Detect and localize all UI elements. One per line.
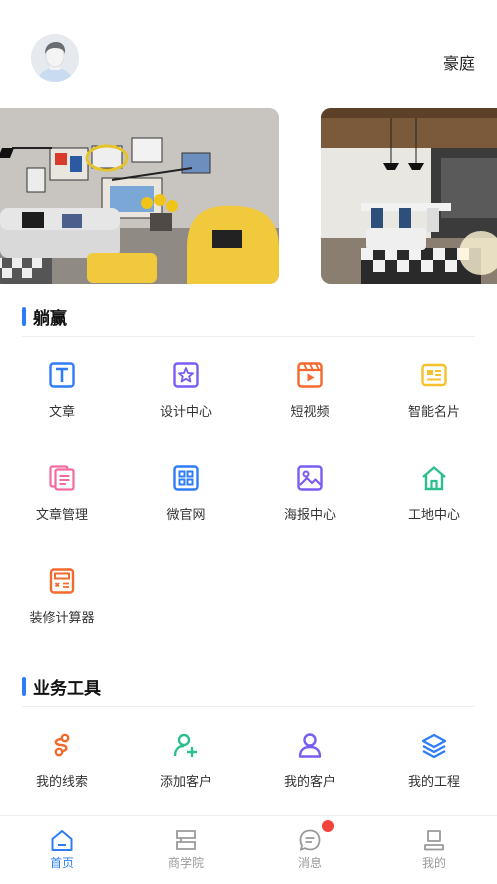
grid-item-label: 微官网 bbox=[166, 508, 206, 523]
grid-item-label: 添加客户 bbox=[159, 775, 212, 790]
star-icon bbox=[173, 362, 199, 388]
grid-item-design-center[interactable]: 设计中心 bbox=[124, 362, 248, 442]
school-icon bbox=[176, 830, 196, 850]
user-name: 豪庭 bbox=[442, 54, 475, 73]
section-title-tangying: 躺赢 bbox=[22, 305, 67, 329]
grid-icon bbox=[173, 465, 199, 491]
grid-item-my-customers[interactable]: 我的客户 bbox=[248, 732, 372, 812]
card-icon bbox=[421, 363, 447, 387]
message-icon bbox=[299, 829, 321, 851]
tab-home[interactable]: 首页 bbox=[0, 816, 124, 884]
tab-profile[interactable]: 我的 bbox=[372, 816, 496, 884]
grid-item-label: 智能名片 bbox=[407, 405, 460, 420]
user-avatar-icon bbox=[31, 34, 79, 82]
grid-item-label: 短视频 bbox=[290, 405, 330, 420]
grid-item-label: 我的线索 bbox=[35, 775, 88, 790]
tab-business-school[interactable]: 商学院 bbox=[124, 816, 248, 884]
image-icon bbox=[297, 465, 323, 491]
grid-item-label: 海报中心 bbox=[283, 508, 336, 523]
grid-item-label: 工地中心 bbox=[407, 508, 460, 523]
grid-item-my-clues[interactable]: 我的线索 bbox=[0, 732, 124, 812]
customer-icon bbox=[298, 733, 322, 758]
add-user-icon bbox=[173, 733, 197, 757]
grid-item-label: 设计中心 bbox=[159, 405, 212, 420]
grid-item-label: 文章 bbox=[48, 405, 75, 420]
section-title-business-tools: 业务工具 bbox=[22, 675, 101, 699]
grid-item-label: 我的客户 bbox=[283, 775, 336, 790]
grid-item-label: 文章管理 bbox=[35, 508, 88, 523]
text-icon bbox=[49, 362, 75, 388]
bottom-tab-bar: 首页 商学院 消息 我的 bbox=[0, 815, 497, 884]
grid-item-my-projects[interactable]: 我的工程 bbox=[372, 732, 496, 812]
layers-icon bbox=[421, 733, 447, 758]
banner-living-room[interactable] bbox=[0, 108, 279, 284]
section-accent-bar bbox=[22, 306, 26, 326]
tab-label: 消息 bbox=[297, 856, 322, 870]
grid-item-short-video[interactable]: 短视频 bbox=[248, 362, 372, 442]
grid-item-poster-center[interactable]: 海报中心 bbox=[248, 465, 372, 545]
banner-dining-room[interactable] bbox=[321, 108, 497, 284]
documents-icon bbox=[49, 465, 75, 491]
section-divider bbox=[22, 706, 475, 707]
header: 豪庭 bbox=[0, 0, 497, 105]
grid-item-site-center[interactable]: 工地中心 bbox=[372, 465, 496, 545]
grid-item-label: 我的工程 bbox=[407, 775, 460, 790]
home-tab-icon bbox=[51, 830, 73, 851]
grid-item-micro-site[interactable]: 微官网 bbox=[124, 465, 248, 545]
profile-icon bbox=[424, 830, 444, 851]
calculator-icon bbox=[49, 568, 75, 594]
living-room-photo bbox=[0, 108, 279, 284]
grid-item-article-management[interactable]: 文章管理 bbox=[0, 465, 124, 545]
tab-messages[interactable]: 消息 bbox=[248, 816, 372, 884]
message-notification-badge bbox=[322, 820, 334, 832]
grid-item-add-customer[interactable]: 添加客户 bbox=[124, 732, 248, 812]
grid-item-label: 装修计算器 bbox=[29, 611, 95, 626]
tab-label: 我的 bbox=[421, 856, 446, 870]
clue-icon bbox=[54, 733, 70, 757]
dining-room-photo bbox=[321, 108, 497, 284]
grid-item-smart-card[interactable]: 智能名片 bbox=[372, 362, 496, 442]
home-icon bbox=[422, 466, 446, 491]
grid-item-article[interactable]: 文章 bbox=[0, 362, 124, 442]
section-title-text: 业务工具 bbox=[33, 678, 101, 699]
tab-label: 商学院 bbox=[167, 856, 204, 870]
user-avatar[interactable] bbox=[31, 34, 79, 82]
section-title-text: 躺赢 bbox=[33, 308, 67, 329]
video-icon bbox=[297, 362, 323, 388]
grid-item-renovation-calculator[interactable]: 装修计算器 bbox=[0, 568, 124, 648]
tab-label: 首页 bbox=[49, 856, 74, 870]
section-divider bbox=[22, 336, 475, 337]
section-accent-bar bbox=[22, 676, 26, 696]
